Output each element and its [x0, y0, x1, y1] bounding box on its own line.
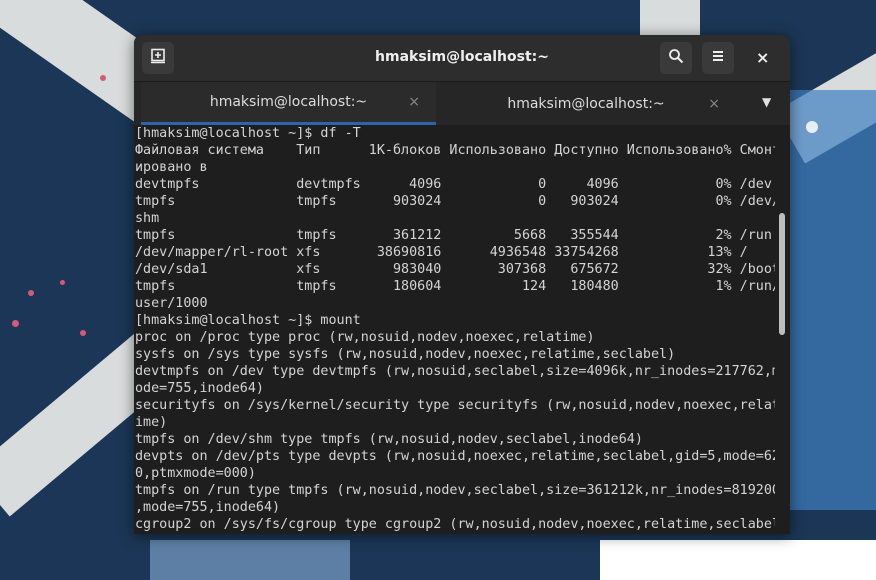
terminal-output[interactable]: [hmaksim@localhost ~]$ df -T Файловая сис… — [135, 125, 775, 534]
terminal-window: hmaksim@localhost:~ × hmaksim@localhost:… — [134, 35, 790, 534]
menu-button[interactable] — [702, 42, 734, 74]
terminal-line: tmpfs on /run type tmpfs (rw,nosuid,node… — [135, 483, 775, 498]
wallpaper-dot — [806, 121, 818, 133]
wallpaper-dot — [28, 290, 34, 296]
terminal-line: /dev/sda1 xfs 983040 307368 675672 32% /… — [135, 262, 775, 277]
header-bar: hmaksim@localhost:~ × — [134, 35, 790, 81]
terminal-line: securityfs on /sys/kernel/security type … — [135, 398, 775, 413]
scrollbar[interactable] — [779, 213, 785, 335]
terminal-line: 0,ptmxmode=000) — [135, 466, 256, 481]
terminal-line: tmpfs tmpfs 361212 5668 355544 2% /run — [135, 228, 772, 243]
hamburger-menu-icon — [711, 49, 725, 67]
search-icon — [668, 48, 684, 68]
terminal-line: /dev/mapper/rl-root xfs 38690816 4936548… — [135, 245, 748, 260]
wallpaper-stripe — [790, 90, 876, 510]
tab-2[interactable]: hmaksim@localhost:~ × — [436, 82, 736, 125]
wallpaper-dot — [80, 330, 86, 336]
terminal-line: shm — [135, 211, 160, 226]
close-window-button[interactable]: × — [756, 48, 769, 67]
wallpaper-stripe — [150, 540, 350, 580]
tab-label: hmaksim@localhost:~ — [507, 95, 665, 112]
terminal-line: proc on /proc type proc (rw,nosuid,nodev… — [135, 330, 595, 345]
terminal-line: Файловая система Тип 1K-блоков Использов… — [135, 143, 775, 158]
terminal-line: user/1000 — [135, 296, 208, 311]
terminal-line: [hmaksim@localhost ~]$ df -T — [135, 126, 361, 141]
tabs-menu-chevron-down-icon[interactable]: ▼ — [762, 95, 771, 109]
terminal-line: ode=755,inode64) — [135, 381, 264, 396]
terminal-line: ировано в — [135, 160, 208, 175]
terminal-line: devpts on /dev/pts type devpts (rw,nosui… — [135, 449, 775, 464]
tab-1[interactable]: hmaksim@localhost:~ × — [141, 82, 436, 125]
terminal-line: tmpfs tmpfs 180604 124 180480 1% /run/ — [135, 279, 775, 294]
tab-label: hmaksim@localhost:~ — [209, 94, 368, 110]
terminal-line: [hmaksim@localhost ~]$ mount — [135, 313, 361, 328]
terminal-line: devtmpfs on /dev type devtmpfs (rw,nosui… — [135, 364, 775, 379]
terminal-line: ,mode=755,inode64) — [135, 500, 281, 515]
wallpaper-dot — [100, 75, 106, 81]
wallpaper-stripe — [600, 540, 876, 580]
terminal-line: tmpfs tmpfs 903024 0 903024 0% /dev/ — [135, 194, 775, 209]
tab-close-icon[interactable]: × — [708, 96, 720, 112]
terminal-line: devtmpfs devtmpfs 4096 0 4096 0% /dev — [135, 177, 772, 192]
terminal-line: tmpfs on /dev/shm type tmpfs (rw,nosuid,… — [135, 432, 643, 447]
terminal-line: cgroup2 on /sys/fs/cgroup type cgroup2 (… — [135, 517, 775, 532]
wallpaper-dot — [60, 280, 65, 285]
terminal-line: ime) — [135, 415, 168, 430]
tab-close-icon[interactable]: × — [408, 94, 420, 110]
terminal-line: sysfs on /sys type sysfs (rw,nosuid,node… — [135, 347, 676, 362]
search-button[interactable] — [660, 42, 692, 74]
wallpaper-dot — [12, 320, 19, 327]
tab-bar: hmaksim@localhost:~ × hmaksim@localhost:… — [134, 81, 790, 125]
